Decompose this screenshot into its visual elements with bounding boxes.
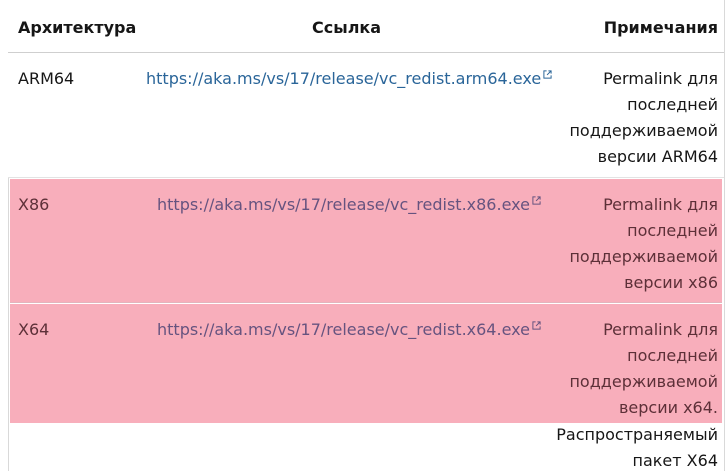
note-line: Permalink для [603, 195, 718, 214]
note-line: версии ARM64 [597, 147, 718, 166]
download-link-x64[interactable]: https://aka.ms/vs/17/release/vc_redist.x… [157, 317, 541, 343]
table-row-x64: X64 https://aka.ms/vs/17/release/vc_redi… [10, 304, 722, 423]
architecture-cell: X64 [18, 320, 50, 339]
note-line: версии x64. [618, 398, 718, 417]
column-header-notes: Примечания [603, 18, 718, 37]
note-line: Permalink для [603, 320, 718, 339]
download-link-text: https://aka.ms/vs/17/release/vc_redist.x… [157, 320, 530, 339]
note-line: последней [627, 221, 718, 240]
architecture-cell: ARM64 [18, 69, 75, 88]
column-header-link: Ссылка [312, 18, 382, 37]
notes-cell-overflow: Распространяемый пакет X64 [498, 422, 718, 471]
architecture-cell: X86 [18, 195, 50, 214]
note-line: пакет X64 [632, 451, 719, 470]
note-line: последней [627, 95, 718, 114]
table-header-row: Архитектура Ссылка Примечания [8, 0, 724, 53]
note-line: Permalink для [603, 69, 718, 88]
notes-cell: Permalink для последней поддерживаемой в… [498, 192, 718, 296]
note-line: поддерживаемой [569, 372, 718, 391]
download-link-x86[interactable]: https://aka.ms/vs/17/release/vc_redist.x… [157, 192, 541, 218]
note-line: поддерживаемой [569, 247, 718, 266]
download-link-text: https://aka.ms/vs/17/release/vc_redist.a… [146, 69, 542, 88]
download-link-arm64[interactable]: https://aka.ms/vs/17/release/vc_redist.a… [146, 66, 552, 92]
notes-cell: Permalink для последней поддерживаемой в… [498, 66, 718, 170]
note-line: последней [627, 346, 718, 365]
note-line: Распространяемый [556, 425, 718, 444]
table-row-arm64: ARM64 https://aka.ms/vs/17/release/vc_re… [8, 53, 724, 178]
note-line: поддерживаемой [569, 121, 718, 140]
download-link-text: https://aka.ms/vs/17/release/vc_redist.x… [157, 195, 530, 214]
column-header-architecture: Архитектура [18, 18, 137, 37]
table-row-x86: X86 https://aka.ms/vs/17/release/vc_redi… [10, 179, 722, 303]
note-line: версии x86 [624, 273, 718, 292]
notes-cell: Permalink для последней поддерживаемой в… [498, 317, 718, 421]
redistributable-table: Архитектура Ссылка Примечания ARM64 http… [0, 0, 728, 471]
table-right-border [724, 0, 725, 471]
